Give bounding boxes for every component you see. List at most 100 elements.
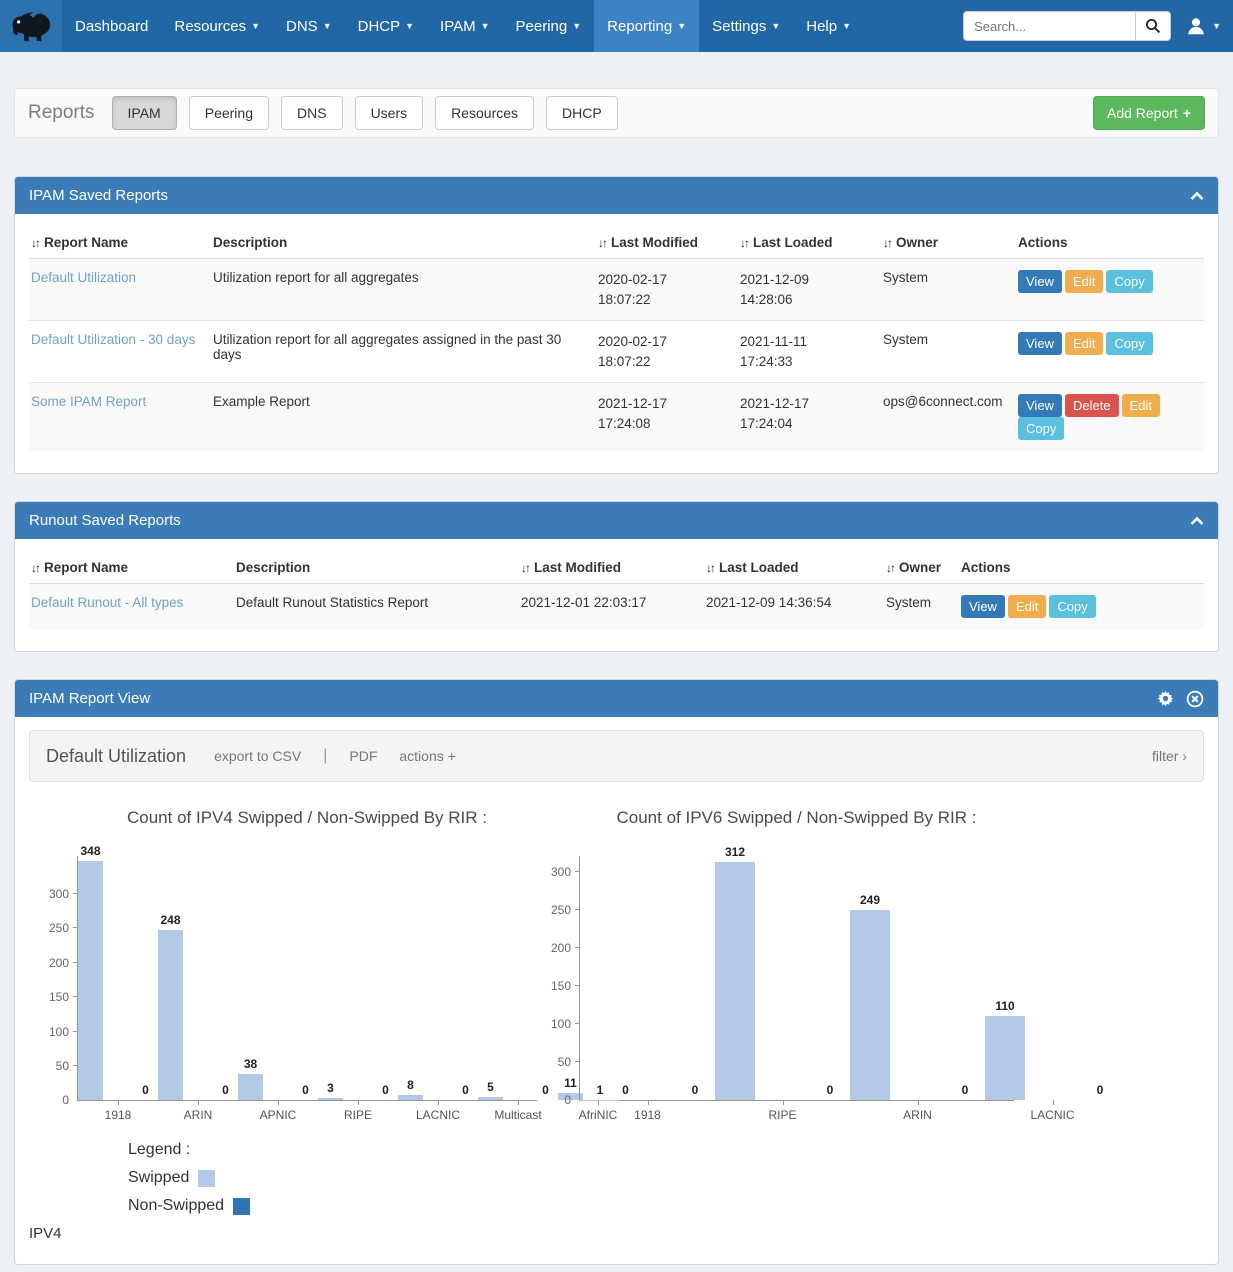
- copy-button[interactable]: Copy: [1049, 595, 1095, 618]
- tab-peering[interactable]: Peering: [189, 96, 269, 130]
- export-csv-link[interactable]: export to CSV: [214, 748, 301, 764]
- close-icon: [1186, 690, 1204, 708]
- y-tick-mark: [575, 909, 580, 910]
- col-header-owner[interactable]: ↓↑Owner: [881, 227, 1016, 259]
- x-axis-label: ARIN: [903, 1108, 932, 1122]
- nav-item-settings[interactable]: Settings ▼: [699, 0, 793, 52]
- tab-resources[interactable]: Resources: [435, 96, 534, 130]
- sort-icon: ↓↑: [31, 561, 39, 575]
- bar-group: 1100LACNIC: [985, 1016, 1120, 1100]
- col-label: Last Loaded: [719, 560, 799, 575]
- copy-button[interactable]: Copy: [1018, 417, 1064, 440]
- x-axis-label: APNIC: [260, 1108, 297, 1122]
- edit-button[interactable]: Edit: [1008, 595, 1046, 618]
- y-tick-label: 150: [49, 990, 78, 1004]
- view-button[interactable]: View: [1018, 394, 1062, 417]
- col-header-last-modified[interactable]: ↓↑Last Modified: [596, 227, 738, 259]
- nav-item-reporting[interactable]: Reporting▼: [594, 0, 699, 52]
- last-loaded: 2021-12-1717:24:04: [738, 383, 881, 452]
- ipam-reports-table: ↓↑Report Name Description ↓↑Last Modifie…: [29, 227, 1204, 451]
- bar-value-label: 0: [462, 1083, 469, 1097]
- report-description: Utilization report for all aggregates as…: [211, 321, 596, 383]
- bar-swipped: 348: [78, 861, 103, 1100]
- settings-button[interactable]: [1157, 690, 1174, 707]
- col-header-description: Description: [234, 552, 519, 584]
- copy-button[interactable]: Copy: [1106, 332, 1152, 355]
- last-modified: 2020-02-1718:07:22: [596, 259, 738, 321]
- elephant-logo[interactable]: [0, 0, 62, 52]
- nav-item-ipam[interactable]: IPAM▼: [427, 0, 502, 52]
- tab-ipam[interactable]: IPAM: [112, 96, 177, 130]
- actions-menu[interactable]: actions +: [399, 748, 455, 764]
- owner: System: [881, 259, 1016, 321]
- legend-item-non-swipped: Non-Swipped: [128, 1197, 1204, 1215]
- nav-item-resources[interactable]: Resources▼: [161, 0, 273, 52]
- gear-icon: [1157, 690, 1174, 707]
- last-loaded: 2021-11-1117:24:33: [738, 321, 881, 383]
- nav-item-dashboard[interactable]: Dashboard: [62, 0, 161, 52]
- export-pdf-link[interactable]: PDF: [349, 748, 377, 764]
- bar-value-label: 0: [222, 1083, 229, 1097]
- bar-value-label: 0: [302, 1083, 309, 1097]
- legend-title: Legend :: [128, 1141, 1204, 1159]
- col-header-last-loaded[interactable]: ↓↑Last Loaded: [704, 552, 884, 584]
- tab-users[interactable]: Users: [355, 96, 424, 130]
- report-link[interactable]: Default Runout - All types: [31, 595, 183, 610]
- chevron-down-icon: ▼: [251, 21, 260, 31]
- y-tick-mark: [575, 871, 580, 872]
- view-button[interactable]: View: [1018, 270, 1062, 293]
- collapse-button[interactable]: [1190, 191, 1204, 201]
- report-description: Example Report: [211, 383, 596, 452]
- tab-dhcp[interactable]: DHCP: [546, 96, 618, 130]
- last-loaded: 2021-12-0914:28:06: [738, 259, 881, 321]
- nav-label: IPAM: [440, 18, 476, 35]
- col-header-last-loaded[interactable]: ↓↑Last Loaded: [738, 227, 881, 259]
- col-header-owner[interactable]: ↓↑Owner: [884, 552, 959, 584]
- nav-item-help[interactable]: Help▼: [793, 0, 864, 52]
- nav-label: Help: [806, 18, 837, 35]
- nav-label: DHCP: [358, 18, 401, 35]
- close-button[interactable]: [1186, 690, 1204, 708]
- edit-button[interactable]: Edit: [1065, 332, 1103, 355]
- bar-group: 34801918: [78, 861, 158, 1100]
- view-button[interactable]: View: [1018, 332, 1062, 355]
- tab-dns[interactable]: DNS: [281, 96, 343, 130]
- nav-item-dhcp[interactable]: DHCP▼: [345, 0, 427, 52]
- nav-item-dns[interactable]: DNS▼: [273, 0, 345, 52]
- bar-value-label: 38: [244, 1057, 257, 1071]
- charts-row: Count of IPV4 Swipped / Non-Swipped By R…: [29, 808, 1204, 1101]
- legend-label: Swipped: [128, 1169, 189, 1187]
- copy-button[interactable]: Copy: [1106, 270, 1152, 293]
- y-tick-label: 0: [564, 1093, 580, 1107]
- x-axis-label: LACNIC: [416, 1108, 460, 1122]
- edit-button[interactable]: Edit: [1065, 270, 1103, 293]
- chevron-down-icon: ▼: [771, 21, 780, 31]
- report-link[interactable]: Default Utilization: [31, 270, 136, 285]
- col-header-report-name[interactable]: ↓↑Report Name: [29, 552, 234, 584]
- y-tick-label: 100: [551, 1017, 580, 1031]
- chevron-up-icon: [1190, 516, 1204, 526]
- bar-value-label: 248: [160, 913, 180, 927]
- col-label: Last Modified: [611, 235, 698, 250]
- edit-button[interactable]: Edit: [1122, 394, 1160, 417]
- nav-label: Settings: [712, 18, 766, 35]
- bar-group: 101918: [580, 1100, 715, 1101]
- bar-group: 50Multicast: [478, 1097, 558, 1100]
- col-header-report-name[interactable]: ↓↑Report Name: [29, 227, 211, 259]
- col-header-last-modified[interactable]: ↓↑Last Modified: [519, 552, 704, 584]
- search-input[interactable]: [963, 11, 1135, 41]
- delete-button[interactable]: Delete: [1065, 394, 1119, 417]
- add-report-button[interactable]: Add Report+: [1093, 96, 1205, 130]
- filter-toggle[interactable]: filter ›: [1152, 748, 1187, 764]
- report-link[interactable]: Some IPAM Report: [31, 394, 146, 409]
- bar-swipped: 5: [478, 1097, 503, 1100]
- x-axis-label: AfriNIC: [579, 1108, 618, 1122]
- view-button[interactable]: View: [961, 595, 1005, 618]
- search-button[interactable]: [1135, 11, 1171, 41]
- bar-group: 380APNIC: [238, 1074, 318, 1100]
- nav-item-peering[interactable]: Peering▼: [503, 0, 595, 52]
- owner: System: [881, 321, 1016, 383]
- user-menu[interactable]: ▼: [1185, 15, 1221, 37]
- report-link[interactable]: Default Utilization - 30 days: [31, 332, 195, 347]
- collapse-button[interactable]: [1190, 516, 1204, 526]
